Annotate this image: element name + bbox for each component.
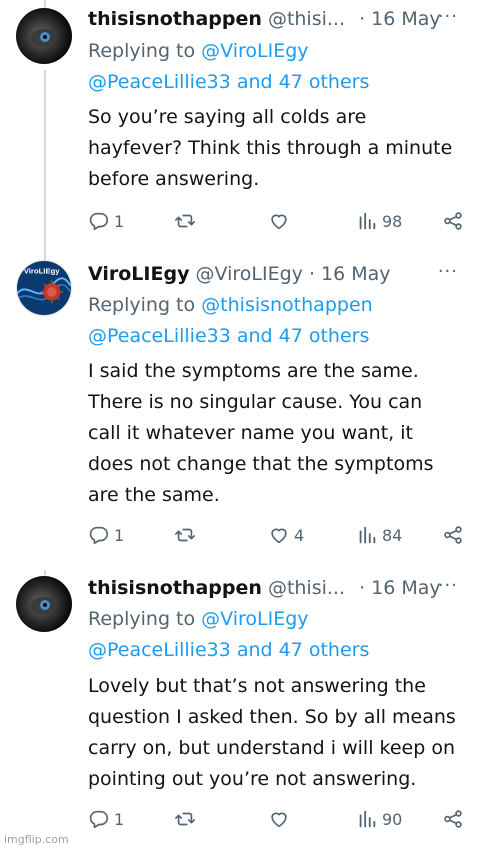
reply-count: 1 (114, 211, 125, 231)
replying-to-label: Replying to (88, 608, 196, 630)
reply-count: 1 (114, 525, 125, 545)
tweet-text-line: I said the symptoms are the same. (88, 360, 419, 382)
tweet-text-line: does not change that the symptoms (88, 453, 434, 475)
tweet-header: ViroLIEgy @ViroLIEgy · 16 May ··· (88, 261, 484, 287)
tweet-text-line: pointing out you’re not answering. (88, 768, 417, 790)
reply-count: 1 (114, 809, 125, 829)
tweet-text-line: are the same. (88, 484, 220, 506)
replying-to: Replying to @ViroLIEgy @PeaceLillie33 an… (88, 36, 490, 98)
share-icon (444, 212, 462, 230)
action-bar: 1 98 (88, 206, 484, 236)
share-icon (444, 526, 462, 544)
author-name[interactable]: thisisnothappen (88, 577, 262, 599)
views-bar-chart-icon (359, 526, 376, 544)
action-bar: 1 4 84 (88, 520, 484, 550)
views-count: 98 (382, 211, 403, 231)
like-button[interactable]: 4 (268, 520, 304, 550)
author-name[interactable]: ViroLIEgy (88, 263, 189, 285)
tweet-text: So you’re saying all colds are hayfever?… (88, 102, 490, 195)
reply-icon (89, 212, 109, 231)
views-button[interactable]: 84 (356, 520, 402, 550)
tweet-text-line: carry on, but understand i will keep on (88, 737, 455, 759)
retweet-icon (175, 214, 195, 228)
tweet[interactable]: thisisnothappen @thisi... · 16 May ··· R… (0, 0, 500, 250)
reply-icon (89, 526, 109, 545)
author-handle[interactable]: @thisi... (268, 8, 345, 30)
views-bar-chart-icon (359, 810, 376, 828)
mention-others-link[interactable]: @PeaceLillie33 and 47 others (88, 639, 369, 661)
tweet-text: Lovely but that’s not answering the ques… (88, 671, 490, 795)
retweet-button[interactable] (174, 206, 196, 236)
share-button[interactable] (442, 804, 464, 834)
heart-icon (271, 528, 287, 544)
like-button[interactable] (268, 804, 290, 834)
avatar[interactable] (16, 8, 72, 64)
reply-button[interactable]: 1 (88, 804, 124, 834)
mention-link[interactable]: @ViroLIEgy (201, 608, 308, 630)
tweet-text-line: So you’re saying all colds are (88, 106, 367, 128)
tweet[interactable]: ViroLIEgy ViroLIEgy @ViroLIEgy · 16 May … (0, 250, 500, 565)
views-button[interactable]: 98 (356, 206, 402, 236)
author-handle[interactable]: @ViroLIEgy (196, 263, 303, 285)
action-bar: 1 90 (88, 804, 484, 834)
avatar[interactable]: ViroLIEgy (16, 260, 72, 316)
views-count: 84 (382, 525, 403, 545)
share-button[interactable] (442, 520, 464, 550)
reply-button[interactable]: 1 (88, 520, 124, 550)
mention-link[interactable]: @thisisnothappen (201, 294, 373, 316)
tweet-text-line: before answering. (88, 168, 260, 190)
dark-eye-avatar-icon (31, 597, 57, 615)
tweet-text-line: call it whatever name you want, it (88, 422, 413, 444)
tweet[interactable]: thisisnothappen @thisi... · 16 May ··· R… (0, 566, 500, 848)
retweet-icon (175, 812, 195, 826)
mention-link[interactable]: @ViroLIEgy (201, 40, 308, 62)
replying-to-label: Replying to (88, 294, 196, 316)
author-handle[interactable]: @thisi... (268, 577, 345, 599)
tweet-text-line: question I asked then. So by all means (88, 706, 456, 728)
reply-button[interactable]: 1 (88, 206, 124, 236)
avatar[interactable] (16, 576, 72, 632)
tweet-header: thisisnothappen @thisi... · 16 May ··· (88, 575, 484, 601)
more-options-icon[interactable]: ··· (438, 4, 458, 30)
tweet-text: I said the symptoms are the same. There … (88, 356, 490, 511)
author-name[interactable]: thisisnothappen (88, 8, 262, 30)
more-options-icon[interactable]: ··· (438, 259, 458, 285)
heart-icon (271, 812, 287, 828)
avatar-logo-text: ViroLIEgy (24, 267, 61, 276)
more-options-icon[interactable]: ··· (438, 573, 458, 599)
retweet-button[interactable] (174, 804, 196, 834)
views-bar-chart-icon (359, 212, 376, 230)
tweet-header: thisisnothappen @thisi... · 16 May ··· (88, 6, 484, 32)
replying-to: Replying to @ViroLIEgy @PeaceLillie33 an… (88, 604, 490, 666)
retweet-button[interactable] (174, 520, 196, 550)
tweet-text-line: hayfever? Think this through a minute (88, 137, 453, 159)
like-count: 4 (294, 525, 305, 545)
tweet-text-line: Lovely but that’s not answering the (88, 675, 426, 697)
like-button[interactable] (268, 206, 290, 236)
views-button[interactable]: 90 (356, 804, 402, 834)
tweet-date[interactable]: · 16 May (359, 577, 441, 599)
views-count: 90 (382, 809, 403, 829)
mention-others-link[interactable]: @PeaceLillie33 and 47 others (88, 71, 369, 93)
share-button[interactable] (442, 206, 464, 236)
replying-to-label: Replying to (88, 40, 196, 62)
virus-avatar-icon: ViroLIEgy (17, 261, 71, 315)
tweet-date[interactable]: · 16 May (359, 8, 441, 30)
tweet-date[interactable]: · 16 May (309, 263, 391, 285)
mention-others-link[interactable]: @PeaceLillie33 and 47 others (88, 325, 369, 347)
heart-icon (271, 214, 287, 230)
retweet-icon (175, 528, 195, 542)
reply-icon (89, 810, 109, 829)
dark-eye-avatar-icon (31, 29, 57, 47)
tweet-text-line: There is no singular cause. You can (88, 391, 423, 413)
replying-to: Replying to @thisisnothappen @PeaceLilli… (88, 290, 490, 352)
share-icon (444, 810, 462, 828)
watermark: imgflip.com (4, 833, 69, 846)
